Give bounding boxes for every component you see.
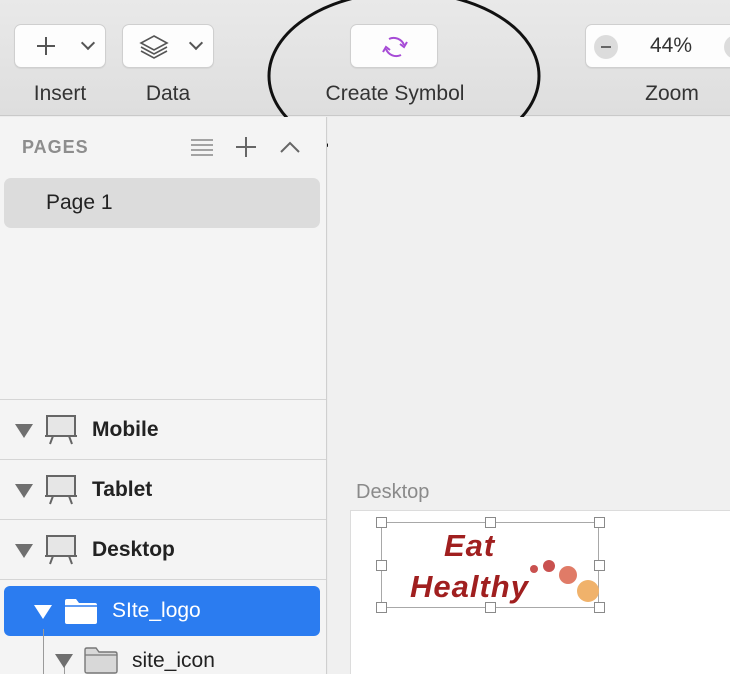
page-item[interactable]: Page 1: [4, 178, 320, 228]
add-page-icon[interactable]: [235, 136, 257, 158]
layer-row-site-icon[interactable]: site_icon: [0, 642, 326, 674]
artboard-desktop[interactable]: Eat Healthy: [350, 510, 730, 674]
disclosure-triangle-icon[interactable]: [34, 605, 52, 619]
layers-icon: [139, 35, 169, 59]
insert-label: Insert: [33, 82, 87, 105]
layer-label: Tablet: [92, 478, 153, 501]
zoom-label: Zoom: [645, 82, 699, 105]
disclosure-triangle-icon[interactable]: [55, 654, 73, 668]
plus-icon: [37, 37, 55, 55]
resize-handle[interactable]: [594, 560, 605, 571]
layer-row-site-logo[interactable]: SIte_logo: [4, 586, 320, 636]
resize-handle[interactable]: [594, 602, 605, 613]
collapse-chevron-icon[interactable]: [279, 140, 301, 154]
resize-handle[interactable]: [594, 517, 605, 528]
zoom-out-button[interactable]: [594, 35, 618, 59]
artboard-title[interactable]: Desktop: [356, 481, 429, 504]
layer-label: Desktop: [92, 538, 175, 561]
resize-handle[interactable]: [376, 517, 387, 528]
zoom-in-button[interactable]: [724, 35, 730, 59]
list-icon[interactable]: [190, 137, 214, 159]
divider: [0, 579, 326, 580]
layer-label: Mobile: [92, 418, 159, 441]
layer-label: SIte_logo: [112, 599, 201, 622]
data-label: Data: [145, 82, 191, 105]
chevron-down-icon: [188, 35, 204, 51]
insert-button[interactable]: [14, 24, 106, 68]
data-button[interactable]: [122, 24, 214, 68]
logo-text-eat: Eat: [444, 528, 496, 563]
resize-handle[interactable]: [485, 602, 496, 613]
folder-icon: [84, 647, 118, 674]
minus-icon: [601, 46, 611, 48]
artboard-icon: [45, 475, 77, 505]
sketch-window: Insert Data Create Symbol 44% Zoom PAGES…: [0, 0, 730, 674]
page-item-label: Page 1: [46, 191, 113, 214]
zoom-control: 44%: [585, 24, 730, 68]
resize-handle[interactable]: [376, 602, 387, 613]
resize-handle[interactable]: [376, 560, 387, 571]
logo-text-healthy: Healthy: [410, 569, 529, 604]
layer-row-desktop[interactable]: Desktop: [0, 519, 326, 579]
layer-row-tablet[interactable]: Tablet: [0, 459, 326, 519]
toolbar: Insert Data Create Symbol 44% Zoom: [0, 0, 730, 162]
artboard-icon: [45, 535, 77, 565]
layer-row-mobile[interactable]: Mobile: [0, 399, 326, 459]
artboard-icon: [45, 415, 77, 445]
resize-handle[interactable]: [485, 517, 496, 528]
site-logo-group[interactable]: Eat Healthy: [376, 517, 605, 613]
disclosure-triangle-icon[interactable]: [15, 424, 33, 438]
layers-sidebar: PAGES Page 1 Mobile Tablet Desktop SIte_…: [0, 117, 327, 674]
folder-icon: [65, 599, 97, 624]
layer-label: site_icon: [132, 649, 215, 672]
disclosure-triangle-icon[interactable]: [15, 484, 33, 498]
pages-title: PAGES: [22, 137, 89, 157]
canvas[interactable]: Desktop Eat Healthy: [328, 117, 730, 674]
disclosure-triangle-icon[interactable]: [15, 544, 33, 558]
zoom-value: 44%: [650, 34, 693, 57]
chevron-down-icon: [80, 35, 96, 51]
